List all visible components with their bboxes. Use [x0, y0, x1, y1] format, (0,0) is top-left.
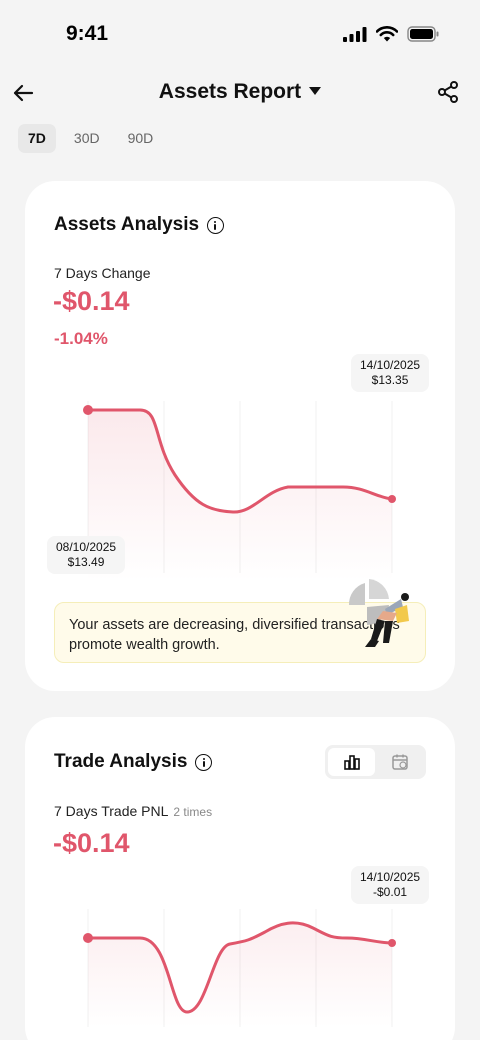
status-time: 9:41: [66, 22, 109, 45]
status-icons: [343, 26, 440, 42]
end-tooltip-value: $13.35: [371, 373, 409, 387]
info-icon[interactable]: [195, 753, 213, 771]
change-value: -$0.14: [53, 286, 130, 316]
trade-analysis-card: Trade Analysis 7 Days Trade PNL 2 times -…: [25, 717, 455, 1040]
end-tooltip-date: 14/10/2025: [360, 358, 421, 372]
start-tooltip-date: 08/10/2025: [56, 540, 117, 554]
status-bar: 9:41: [0, 0, 480, 72]
wifi-icon: [376, 26, 398, 42]
dropdown-caret-icon: [309, 87, 322, 95]
assets-analysis-title: Assets Analysis: [54, 214, 200, 235]
trade-end-tooltip: 14/10/2025 -$0.01: [351, 866, 430, 904]
view-toggle: [325, 745, 426, 779]
battery-icon: [407, 26, 439, 42]
pnl-times: 2 times: [173, 805, 213, 819]
calendar-icon: [391, 754, 408, 770]
trade-end-tooltip-date: 14/10/2025: [360, 870, 421, 884]
share-icon[interactable]: [436, 80, 460, 104]
woman-with-pie-chart-illustration: [348, 579, 409, 647]
start-point[interactable]: [83, 405, 93, 415]
cellular-signal-icon: [343, 26, 367, 42]
bar-chart-view-button[interactable]: [328, 748, 375, 776]
page-title: Assets Report: [158, 80, 302, 103]
assets-analysis-heading: Assets Analysis: [54, 214, 225, 236]
calendar-view-button[interactable]: [376, 748, 423, 776]
start-tooltip-value: $13.49: [67, 555, 105, 569]
start-tooltip: 08/10/2025 $13.49: [47, 536, 126, 574]
change-label: 7 Days Change: [54, 265, 151, 281]
pnl-label-row: 7 Days Trade PNL 2 times: [54, 803, 212, 819]
tab-90d[interactable]: 90D: [118, 124, 164, 153]
trade-end-tooltip-value: -$0.01: [373, 885, 408, 899]
tab-30d[interactable]: 30D: [64, 124, 110, 153]
end-tooltip: 14/10/2025 $13.35: [351, 354, 430, 392]
trade-analysis-title: Trade Analysis: [54, 751, 188, 772]
period-tabs: 7D 30D 90D: [18, 124, 163, 153]
tab-7d[interactable]: 7D: [18, 124, 56, 153]
bar-chart-icon: [343, 755, 360, 770]
assets-analysis-card: Assets Analysis 7 Days Change -$0.14 -1.…: [25, 181, 455, 691]
change-percent: -1.04%: [54, 329, 108, 348]
trade-analysis-heading: Trade Analysis: [54, 751, 213, 773]
trade-pnl-line-chart: [83, 909, 396, 1027]
pnl-value: -$0.14: [53, 828, 130, 858]
info-icon[interactable]: [207, 216, 225, 234]
trade-start-point[interactable]: [83, 933, 93, 943]
trade-end-point[interactable]: [388, 939, 396, 947]
end-point[interactable]: [388, 495, 396, 503]
pnl-label: 7 Days Trade PNL: [54, 803, 169, 819]
report-title-dropdown[interactable]: Assets Report: [0, 80, 480, 104]
header: Assets Report: [0, 72, 480, 114]
